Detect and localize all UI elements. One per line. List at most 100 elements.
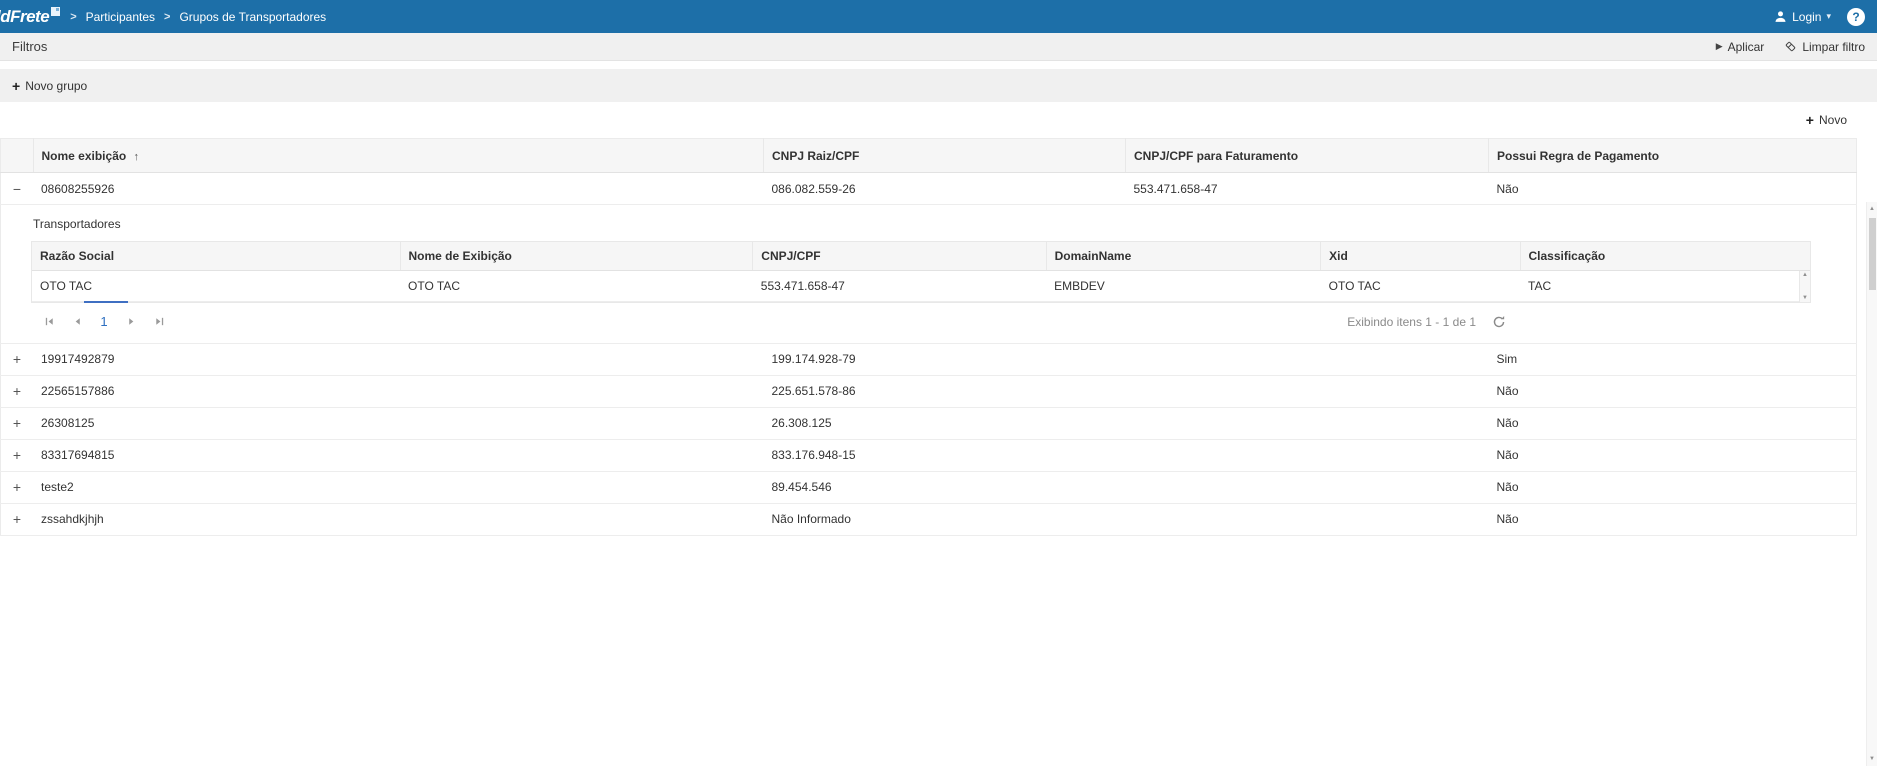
eraser-icon xyxy=(1784,40,1797,53)
top-bar: ldFrete > Participantes > Grupos de Tran… xyxy=(0,0,1877,33)
grid-toolbar: + Novo xyxy=(0,102,1877,138)
play-icon: ▶ xyxy=(1716,41,1723,52)
cell-possui-regra-pagamento: Não xyxy=(1489,439,1857,471)
cell-possui-regra-pagamento: Sim xyxy=(1489,343,1857,375)
column-header-cnpj-raiz-cpf[interactable]: CNPJ Raiz/CPF xyxy=(764,139,1126,173)
groups-table: Nome exibição ↑ CNPJ Raiz/CPF CNPJ/CPF p… xyxy=(0,138,1857,536)
expander-cell: + xyxy=(1,439,34,471)
cell-cnpj-cpf-faturamento: 553.471.658-47 xyxy=(1126,173,1489,205)
group-row[interactable]: + 26308125 26.308.125 Não xyxy=(1,407,1857,439)
pager-last-icon[interactable] xyxy=(145,310,173,334)
selection-indicator xyxy=(84,301,128,303)
detail-cell-domainname: EMBDEV xyxy=(1046,270,1321,301)
divider xyxy=(0,61,1877,69)
groups-grid: Nome exibição ↑ CNPJ Raiz/CPF CNPJ/CPF p… xyxy=(0,138,1857,536)
login-menu[interactable]: Login ▾ xyxy=(1774,10,1831,24)
expand-row-icon[interactable]: + xyxy=(9,511,25,527)
pager-page-number[interactable]: 1 xyxy=(91,314,117,329)
cell-cnpj-raiz-cpf: 89.454.546 xyxy=(764,471,1126,503)
column-header-cnpj-cpf-faturamento[interactable]: CNPJ/CPF para Faturamento xyxy=(1126,139,1489,173)
detail-column-razao-social[interactable]: Razão Social xyxy=(32,242,400,270)
cell-cnpj-raiz-cpf: 199.174.928-79 xyxy=(764,343,1126,375)
cell-nome-exibicao: 26308125 xyxy=(33,407,764,439)
expand-row-icon[interactable]: + xyxy=(9,447,25,463)
transportadores-panel: Transportadores Razão Social Nome de Exi… xyxy=(1,205,1856,343)
pager-first-icon[interactable] xyxy=(35,310,63,334)
apply-filter-button[interactable]: ▶ Aplicar xyxy=(1716,40,1765,54)
breadcrumb-separator-icon: > xyxy=(164,11,170,23)
cell-cnpj-cpf-faturamento xyxy=(1126,375,1489,407)
cell-nome-exibicao: 19917492879 xyxy=(33,343,764,375)
detail-column-cnpj-cpf[interactable]: CNPJ/CPF xyxy=(753,242,1046,270)
new-button[interactable]: + Novo xyxy=(1806,113,1847,127)
cell-possui-regra-pagamento: Não xyxy=(1489,471,1857,503)
expand-row-icon[interactable]: + xyxy=(9,383,25,399)
transportador-row[interactable]: OTO TAC OTO TAC 553.471.658-47 EMBDEV OT… xyxy=(32,270,1810,301)
detail-title: Transportadores xyxy=(33,217,1856,231)
column-label: Nome exibição xyxy=(42,149,127,163)
detail-column-xid[interactable]: Xid xyxy=(1321,242,1520,270)
plus-icon: + xyxy=(1806,113,1814,127)
group-row[interactable]: − 08608255926 086.082.559-26 553.471.658… xyxy=(1,173,1857,205)
group-row[interactable]: + 22565157886 225.651.578-86 Não xyxy=(1,375,1857,407)
cell-cnpj-cpf-faturamento xyxy=(1126,439,1489,471)
detail-column-nome-de-exibicao[interactable]: Nome de Exibição xyxy=(400,242,753,270)
expander-cell: + xyxy=(1,503,34,535)
cell-possui-regra-pagamento: Não xyxy=(1489,407,1857,439)
expander-cell: + xyxy=(1,375,34,407)
breadcrumb-item-grupos-de-transportadores[interactable]: Grupos de Transportadores xyxy=(179,10,326,24)
group-row[interactable]: + 83317694815 833.176.948-15 Não xyxy=(1,439,1857,471)
detail-header-row: Razão Social Nome de Exibição CNPJ/CPF D… xyxy=(32,242,1810,270)
breadcrumb: > Participantes > Grupos de Transportado… xyxy=(70,10,326,24)
collapse-row-icon[interactable]: − xyxy=(9,181,25,197)
cell-cnpj-cpf-faturamento xyxy=(1126,343,1489,375)
group-row[interactable]: + 19917492879 199.174.928-79 Sim xyxy=(1,343,1857,375)
expand-row-icon[interactable]: + xyxy=(9,415,25,431)
detail-column-domainname[interactable]: DomainName xyxy=(1046,242,1321,270)
scroll-up-icon[interactable]: ▲ xyxy=(1867,206,1877,212)
help-button[interactable]: ? xyxy=(1847,8,1865,26)
app-logo[interactable]: ldFrete xyxy=(0,7,60,26)
cell-cnpj-cpf-faturamento xyxy=(1126,471,1489,503)
scroll-down-icon[interactable]: ▼ xyxy=(1867,756,1877,762)
detail-cell-razao-social: OTO TAC xyxy=(32,270,400,301)
expand-row-icon[interactable]: + xyxy=(9,351,25,367)
cell-cnpj-raiz-cpf: 086.082.559-26 xyxy=(764,173,1126,205)
pager-next-icon[interactable] xyxy=(117,310,145,334)
new-group-button[interactable]: + Novo grupo xyxy=(12,79,87,93)
pager-previous-icon[interactable] xyxy=(63,310,91,334)
column-header-nome-exibicao[interactable]: Nome exibição ↑ xyxy=(33,139,764,173)
detail-column-classificacao[interactable]: Classificação xyxy=(1520,242,1810,270)
cell-cnpj-raiz-cpf: Não Informado xyxy=(764,503,1126,535)
main-content: + Novo Nome exibição ↑ CNPJ Raiz/CPF CNP… xyxy=(0,102,1877,664)
clear-filter-button[interactable]: Limpar filtro xyxy=(1784,40,1865,54)
detail-cell-cnpj-cpf: 553.471.658-47 xyxy=(753,270,1046,301)
cell-cnpj-cpf-faturamento xyxy=(1126,407,1489,439)
refresh-icon[interactable] xyxy=(1492,315,1506,329)
scroll-up-icon[interactable]: ▲ xyxy=(1802,272,1808,278)
cell-possui-regra-pagamento: Não xyxy=(1489,503,1857,535)
logo-text: ldFrete xyxy=(0,8,49,25)
detail-scrollbar[interactable]: ▲ ▼ xyxy=(1799,271,1810,302)
vertical-scrollbar[interactable]: ▲ ▼ xyxy=(1866,202,1877,766)
group-row[interactable]: + zssahdkjhjh Não Informado Não xyxy=(1,503,1857,535)
cell-nome-exibicao: 08608255926 xyxy=(33,173,764,205)
group-row[interactable]: + teste2 89.454.546 Não xyxy=(1,471,1857,503)
cell-nome-exibicao: 83317694815 xyxy=(33,439,764,471)
filter-panel: + Novo grupo xyxy=(0,69,1877,102)
filters-title: Filtros xyxy=(12,39,47,54)
scroll-down-icon[interactable]: ▼ xyxy=(1802,295,1808,301)
cell-cnpj-raiz-cpf: 26.308.125 xyxy=(764,407,1126,439)
detail-cell-classificacao: TAC xyxy=(1520,270,1810,301)
expander-cell: − xyxy=(1,173,34,205)
table-header-row: Nome exibição ↑ CNPJ Raiz/CPF CNPJ/CPF p… xyxy=(1,139,1857,173)
cell-cnpj-raiz-cpf: 225.651.578-86 xyxy=(764,375,1126,407)
user-icon xyxy=(1774,10,1787,23)
pager: 1 Exibindo itens 1 - 1 de 1 xyxy=(31,303,1510,341)
scrollbar-thumb[interactable] xyxy=(1869,218,1876,290)
expand-row-icon[interactable]: + xyxy=(9,479,25,495)
column-header-possui-regra-pagamento[interactable]: Possui Regra de Pagamento xyxy=(1489,139,1857,173)
breadcrumb-item-participantes[interactable]: Participantes xyxy=(86,10,155,24)
cell-cnpj-raiz-cpf: 833.176.948-15 xyxy=(764,439,1126,471)
transportadores-grid: Razão Social Nome de Exibição CNPJ/CPF D… xyxy=(31,241,1811,303)
